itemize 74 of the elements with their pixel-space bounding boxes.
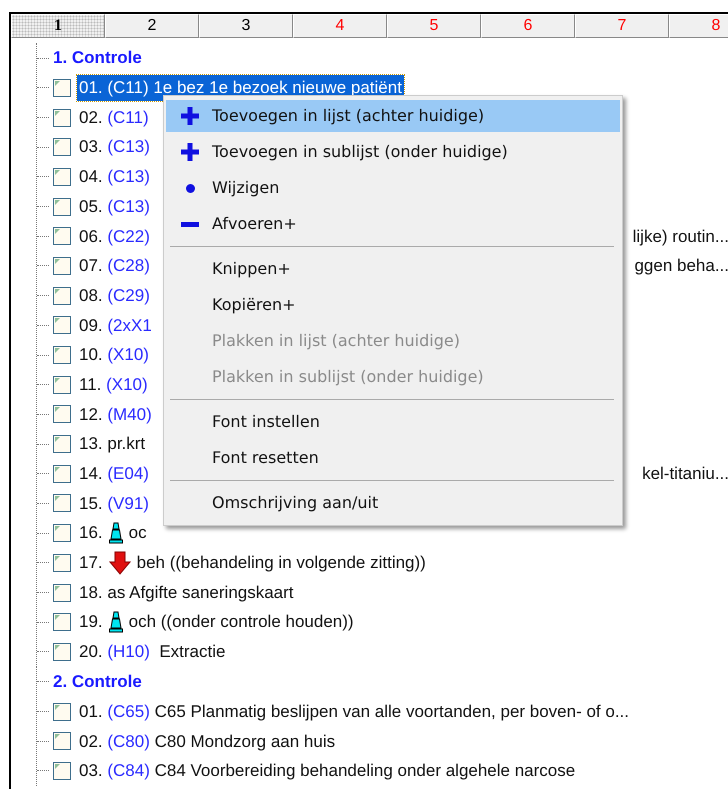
item-text: lijke) routin... <box>632 226 728 248</box>
checkbox[interactable] <box>53 524 71 542</box>
item-label[interactable]: 16. oc <box>77 520 149 546</box>
item-text: ggen beha... <box>634 255 728 278</box>
cone-icon <box>108 611 123 634</box>
group-label[interactable]: 1. Controle <box>53 45 142 71</box>
checkbox[interactable] <box>53 613 71 632</box>
checkbox[interactable] <box>53 78 71 97</box>
item-label[interactable]: 14. (E04) <box>77 461 151 487</box>
item-label[interactable]: 03. (C13) <box>77 134 152 160</box>
tab[interactable]: 3 <box>199 14 293 38</box>
checkbox[interactable] <box>53 286 71 305</box>
item-label[interactable]: 19. och ((onder controle houden)) <box>77 609 356 635</box>
checkbox[interactable] <box>53 108 71 127</box>
checkbox[interactable] <box>53 198 71 216</box>
menu-item[interactable]: Omschrijving aan/uit <box>166 485 620 521</box>
item-label[interactable]: 03. (C84) C84 Voorbereiding behandeling onder algehele narcose <box>77 758 578 784</box>
menu-item[interactable]: Toevoegen in sublijst (onder huidige) <box>166 134 620 170</box>
item-label[interactable]: 02. (C11) <box>77 104 151 130</box>
item-label[interactable]: 06. (C22) <box>77 224 152 250</box>
item-text: kel-titaniu... <box>642 463 728 486</box>
tab[interactable]: 4 <box>293 14 387 38</box>
menu-item[interactable]: Knippen+ <box>166 251 620 287</box>
menu-item[interactable]: Font resetten <box>166 440 620 476</box>
plus-icon <box>181 143 199 161</box>
tab[interactable]: 5 <box>387 14 481 38</box>
item-label[interactable]: 01. (C65) C65 Planmatig beslijpen van alle voortanden, per boven- of o... <box>77 698 632 724</box>
menu-item[interactable]: Afvoeren+ <box>166 206 620 242</box>
checkbox[interactable] <box>53 376 71 394</box>
item-label[interactable]: 07. (C28) <box>77 253 152 279</box>
checkbox[interactable] <box>53 554 71 572</box>
checkbox[interactable] <box>53 464 71 483</box>
item-label[interactable]: 18. as Afgifte saneringskaart <box>77 580 296 606</box>
item-label[interactable]: 04. (C13) <box>77 164 152 190</box>
checkbox[interactable] <box>53 316 71 334</box>
checkbox[interactable] <box>53 642 71 661</box>
item-label[interactable]: 09. (2xX1 <box>77 312 154 338</box>
group-label[interactable]: 2. Controle <box>53 669 142 694</box>
item-label[interactable]: 05. (C13) <box>77 194 152 220</box>
checkbox[interactable] <box>53 494 71 512</box>
item-label[interactable]: 17. beh ((behandeling in volgende zitting)) <box>77 550 428 576</box>
menu-item[interactable]: Font instellen <box>166 404 620 440</box>
checkbox[interactable] <box>53 702 71 721</box>
checkbox[interactable] <box>53 584 71 602</box>
checkbox[interactable] <box>53 732 71 750</box>
menu-item[interactable]: Wijzigen <box>166 170 620 206</box>
menu-item[interactable]: Kopiëren+ <box>166 287 620 323</box>
menu-item[interactable]: Toevoegen in lijst (achter huidige) <box>166 100 620 132</box>
dot-icon <box>186 184 194 192</box>
plus-icon <box>181 107 199 125</box>
checkbox[interactable] <box>53 405 71 424</box>
item-label[interactable]: 13. pr.krt <box>77 431 148 457</box>
item-label[interactable]: 08. (C29) <box>77 282 152 308</box>
checkbox[interactable] <box>53 346 71 364</box>
tab[interactable]: 8 <box>669 14 728 38</box>
tab[interactable]: 2 <box>105 14 199 38</box>
checkbox[interactable] <box>53 256 71 275</box>
tab[interactable]: 7 <box>575 14 669 38</box>
checkbox[interactable] <box>53 762 71 780</box>
item-label[interactable]: 02. (C80) C80 Mondzorg aan huis <box>77 728 338 754</box>
arrow-down-icon <box>108 550 131 575</box>
checkbox[interactable] <box>53 138 71 156</box>
item-label[interactable]: 12. (M40) <box>77 402 154 428</box>
checkbox[interactable] <box>53 227 71 246</box>
tab[interactable]: 1 <box>11 14 105 38</box>
item-label[interactable]: 11. (X10) <box>77 372 150 398</box>
checkbox[interactable] <box>53 168 71 186</box>
cone-icon <box>108 522 123 544</box>
checkbox[interactable] <box>53 435 71 454</box>
item-label[interactable]: 20. (H10) Extractie <box>77 639 228 665</box>
item-label[interactable]: 15. (V91) <box>77 490 151 516</box>
tab[interactable]: 6 <box>481 14 575 38</box>
item-label[interactable]: 10. (X10) <box>77 342 151 368</box>
minus-icon <box>181 222 199 226</box>
